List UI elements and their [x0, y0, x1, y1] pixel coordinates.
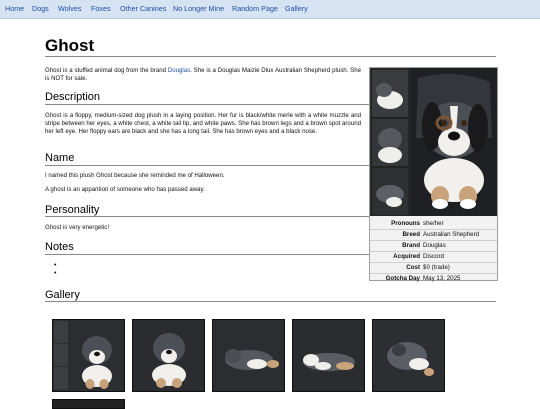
info-value: she/her: [423, 220, 444, 227]
photo-thumbnail[interactable]: [371, 69, 409, 118]
nav-no-longer-mine[interactable]: No Longer Mine: [173, 4, 224, 13]
brand-link[interactable]: Douglas: [168, 67, 190, 74]
gallery-photo-illustration: [53, 320, 124, 391]
plush-thumb-illustration: [372, 119, 408, 166]
gallery-heading: Gallery: [45, 289, 80, 301]
info-value: $0 (trade): [423, 264, 450, 271]
intro-text-start: Ghost is a stuffed animal dog from the b…: [45, 67, 168, 74]
info-label: Cost: [406, 264, 420, 271]
gallery-divider: [45, 301, 496, 302]
plush-thumb-illustration: [372, 70, 408, 117]
personality-heading: Personality: [45, 204, 100, 216]
info-row-breed: Breed Australian Shepherd: [370, 230, 497, 240]
name-divider: [45, 165, 369, 166]
info-value: May 13, 2025: [423, 275, 461, 282]
description-heading: Description: [45, 91, 101, 103]
info-value: Douglas: [423, 242, 446, 249]
intro-paragraph: Ghost is a stuffed animal dog from the b…: [45, 67, 361, 83]
plush-thumb-illustration: [372, 168, 408, 215]
notes-bullet: •: [54, 270, 57, 277]
info-label: Brand: [402, 242, 420, 249]
gallery-photo-illustration: [293, 320, 364, 391]
nav-wolves[interactable]: Wolves: [58, 4, 81, 13]
notes-divider: [45, 254, 369, 255]
page-title: Ghost: [45, 36, 95, 55]
info-row-brand: Brand Douglas: [370, 241, 497, 251]
nav-dogs[interactable]: Dogs: [32, 4, 49, 13]
gallery-image[interactable]: [212, 319, 285, 392]
gallery-image[interactable]: [292, 319, 365, 392]
info-label: Gotcha Day: [385, 275, 420, 282]
name-heading: Name: [45, 152, 75, 164]
gallery-image[interactable]: [132, 319, 205, 392]
photo-thumbnail-column: [370, 68, 409, 216]
infobox: Pronouns she/her Breed Australian Shephe…: [369, 67, 498, 284]
info-row-cost: Cost $0 (trade): [370, 263, 497, 273]
info-label: Acquired: [393, 253, 420, 260]
info-row-gotcha-day: Gotcha Day May 13, 2025: [370, 274, 497, 284]
name-text-2: A ghost is an apparition of someone who …: [45, 186, 205, 193]
notes-heading: Notes: [45, 241, 74, 253]
photo-thumbnail[interactable]: [371, 167, 409, 216]
main-photo[interactable]: [370, 68, 497, 216]
description-divider: [45, 104, 369, 105]
nav-foxes[interactable]: Foxes: [91, 4, 111, 13]
info-value: Australian Shepherd: [423, 231, 480, 238]
description-text: Ghost is a floppy, medium-sized dog plus…: [45, 112, 361, 136]
info-row-pronouns: Pronouns she/her: [370, 219, 497, 229]
gallery-photo-illustration: [133, 320, 204, 391]
title-divider: [45, 56, 496, 57]
gallery-photo-illustration: [373, 320, 444, 391]
gallery-photo-illustration: [213, 320, 284, 391]
name-text-1: I named this plush Ghost because she rem…: [45, 172, 225, 179]
nav-gallery[interactable]: Gallery: [285, 4, 308, 13]
info-label: Breed: [402, 231, 420, 238]
info-value: Discord: [423, 253, 444, 260]
photo-thumbnail[interactable]: [371, 118, 409, 167]
personality-text: Ghost is very energetic!: [45, 224, 110, 231]
info-row-acquired: Acquired Discord: [370, 252, 497, 262]
gallery-image[interactable]: [52, 399, 125, 409]
nav-home[interactable]: Home: [5, 4, 24, 13]
gallery-image[interactable]: [372, 319, 445, 392]
info-label: Pronouns: [391, 220, 420, 227]
personality-divider: [45, 216, 369, 217]
gallery-image[interactable]: [52, 319, 125, 392]
notes-bullet: •: [54, 262, 57, 269]
top-nav: Home Dogs Wolves Foxes Other Canines No …: [0, 0, 540, 19]
nav-other-canines[interactable]: Other Canines: [120, 4, 166, 13]
nav-random-page[interactable]: Random Page: [232, 4, 278, 13]
